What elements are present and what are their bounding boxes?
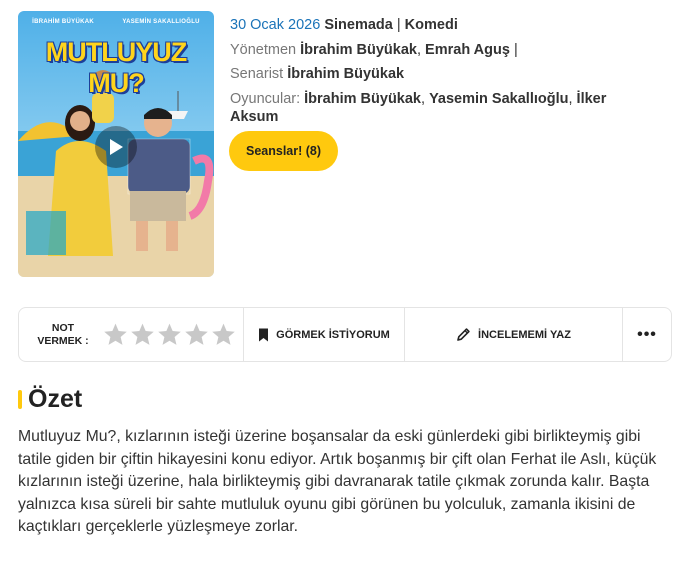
poster-actor-2: YASEMİN SAKALLIOĞLU [122,19,200,25]
want-to-watch-label: GÖRMEK İSTİYORUM [276,328,390,341]
director-label: Yönetmen [230,41,297,58]
separator: | [396,17,401,33]
cast-row: Oyuncular: İbrahim Büyükak, Yasemin Saka… [230,90,607,125]
release-date: 30 Ocak 2026 [230,17,321,33]
release-status: Sinemada [324,17,393,33]
director-link[interactable]: Emrah Aguş [425,42,510,58]
star-icon[interactable] [184,322,209,347]
star-icon[interactable] [103,322,128,347]
director-link[interactable]: İbrahim Büyükak [300,42,417,58]
star-icon[interactable] [211,322,236,347]
summary-title: Özet [28,385,83,413]
summary-heading: Özet [18,385,82,414]
movie-poster[interactable]: İBRAHİM BÜYÜKAK YASEMİN SAKALLIOĞLU MUTL… [18,11,214,277]
play-icon [110,139,123,155]
poster-title-art: MUTLUYUZ MU? [45,37,187,98]
sessions-button[interactable]: Seanslar! (8) [229,131,338,171]
more-icon: ••• [637,325,657,343]
cast-link[interactable]: İbrahim Büyükak [304,91,421,107]
cast-label: Oyuncular: [230,90,301,107]
movie-meta: 30 Ocak 2026 Sinemada | Komedi Yönetmen … [230,16,650,132]
pencil-icon [457,328,470,341]
rate-label-line1: NOT [51,321,75,334]
rate-label: NOT VERMEK : [19,322,107,348]
rate-label-line2: VERMEK : [37,334,89,347]
write-review-button[interactable]: İNCELEMEMİ YAZ [405,308,622,361]
bookmark-icon [259,328,269,341]
star-icon[interactable] [130,322,155,347]
star-icon[interactable] [157,322,182,347]
poster-actor-1: İBRAHİM BÜYÜKAK [32,19,94,25]
star-rating[interactable] [103,322,243,347]
director-row: Yönetmen İbrahim Büyükak, Emrah Aguş | [230,41,518,58]
poster-actor-names: İBRAHİM BÜYÜKAK YASEMİN SAKALLIOĞLU [18,19,214,25]
genre-link[interactable]: Komedi [405,17,458,33]
want-to-watch-button[interactable]: GÖRMEK İSTİYORUM [244,308,404,361]
release-row: 30 Ocak 2026 Sinemada | Komedi [230,16,650,34]
writer-link[interactable]: İbrahim Büyükak [287,66,404,82]
cast-link[interactable]: Yasemin Sakallıoğlu [429,91,568,107]
action-bar: NOT VERMEK : GÖRMEK İSTİYORUM İNCELEMEMİ… [18,307,672,362]
trailer-play-button[interactable] [95,126,137,168]
summary-text: Mutluyuz Mu?, kızlarının isteği üzerine … [18,428,657,535]
heading-accent [18,390,22,409]
more-button[interactable]: ••• [623,308,671,361]
separator: | [513,41,518,58]
writer-label: Senarist [230,66,284,82]
writer-row: Senarist İbrahim Büyükak [230,65,650,83]
write-review-label: İNCELEMEMİ YAZ [478,328,571,341]
